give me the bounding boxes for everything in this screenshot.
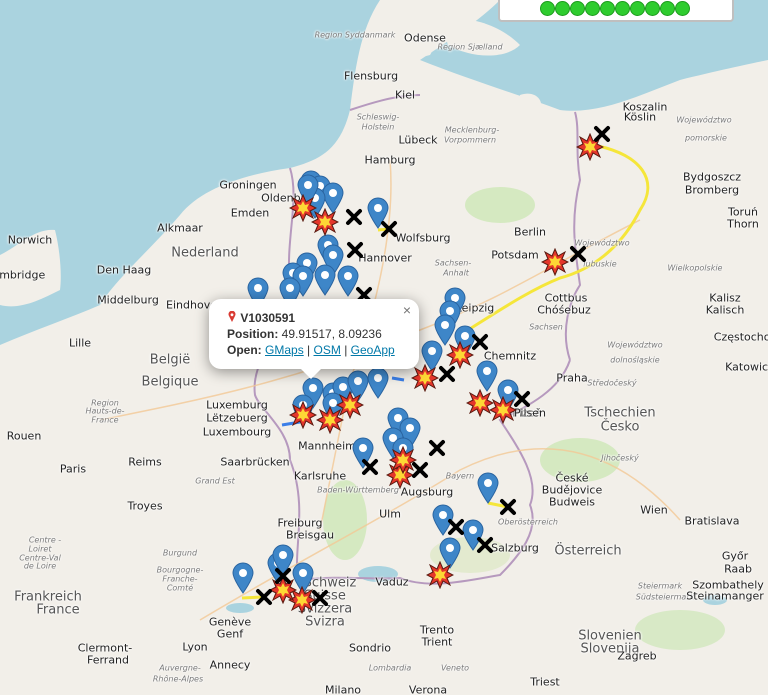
marker-popup: × V1030591 Position: 49.91517, 8.09236 O… — [209, 299, 419, 379]
popup-position-row: Position: 49.91517, 8.09236 — [227, 327, 382, 341]
landing-cross-icon[interactable] — [428, 439, 446, 457]
status-dot — [540, 1, 555, 16]
landing-cross-icon[interactable] — [380, 220, 398, 238]
popup-open-label: Open: — [227, 343, 262, 357]
landing-cross-icon[interactable] — [345, 208, 363, 226]
lake-balaton — [703, 595, 727, 605]
popup-position-value: 49.91517, 8.09236 — [281, 327, 382, 341]
landing-cross-icon[interactable] — [499, 498, 517, 516]
link-separator: | — [307, 343, 311, 357]
balloon-marker-icon[interactable] — [476, 360, 498, 392]
popup-title: V1030591 — [240, 311, 296, 325]
status-dot — [675, 1, 690, 16]
balloon-marker-icon[interactable] — [232, 562, 254, 594]
status-dot — [570, 1, 585, 16]
landing-cross-icon[interactable] — [311, 589, 329, 607]
link-separator: | — [344, 343, 348, 357]
landing-cross-icon[interactable] — [447, 518, 465, 536]
status-dot — [630, 1, 645, 16]
lake-constance — [358, 566, 398, 582]
burst-icon[interactable] — [540, 247, 570, 277]
landing-cross-icon[interactable] — [255, 588, 273, 606]
link-geoapp[interactable]: GeoApp — [351, 343, 395, 357]
status-dot — [645, 1, 660, 16]
status-dot — [600, 1, 615, 16]
landing-cross-icon[interactable] — [593, 125, 611, 143]
landing-cross-icon[interactable] — [438, 365, 456, 383]
balloon-marker-icon[interactable] — [367, 367, 389, 399]
forest-patch — [465, 187, 535, 223]
forest-black-forest — [323, 480, 367, 560]
landing-cross-icon[interactable] — [471, 333, 489, 351]
landing-cross-icon[interactable] — [361, 458, 379, 476]
popup-tip — [301, 369, 321, 379]
link-osm[interactable]: OSM — [314, 343, 341, 357]
landing-cross-icon[interactable] — [569, 245, 587, 263]
burst-icon[interactable] — [335, 390, 365, 420]
burst-icon[interactable] — [288, 400, 318, 430]
landing-cross-icon[interactable] — [476, 536, 494, 554]
landing-cross-icon[interactable] — [346, 241, 364, 259]
land-england — [0, 229, 61, 307]
link-gmaps[interactable]: GMaps — [265, 343, 304, 357]
forest-slovenia — [635, 610, 725, 650]
landing-cross-icon[interactable] — [274, 567, 292, 585]
landing-cross-icon[interactable] — [411, 461, 429, 479]
balloon-marker-icon[interactable] — [477, 472, 499, 504]
popup-open-row: Open: GMaps | OSM | GeoApp — [227, 343, 395, 357]
pin-icon — [228, 310, 236, 322]
forest-bohemia — [540, 438, 620, 482]
status-indicator-box — [498, 0, 734, 22]
lake-geneva — [226, 603, 254, 613]
burst-icon[interactable] — [310, 207, 340, 237]
status-dot — [585, 1, 600, 16]
status-dot — [660, 1, 675, 16]
landing-cross-icon[interactable] — [513, 390, 531, 408]
flight-track-blue-2 — [391, 376, 405, 382]
popup-position-label: Position: — [227, 327, 279, 341]
burst-icon[interactable] — [410, 363, 440, 393]
popup-title-row: V1030591 — [227, 310, 296, 325]
popup-close-button[interactable]: × — [403, 302, 411, 318]
status-dot — [555, 1, 570, 16]
balloon-marker-icon[interactable] — [314, 264, 336, 296]
status-dot — [615, 1, 630, 16]
burst-icon[interactable] — [425, 560, 455, 590]
